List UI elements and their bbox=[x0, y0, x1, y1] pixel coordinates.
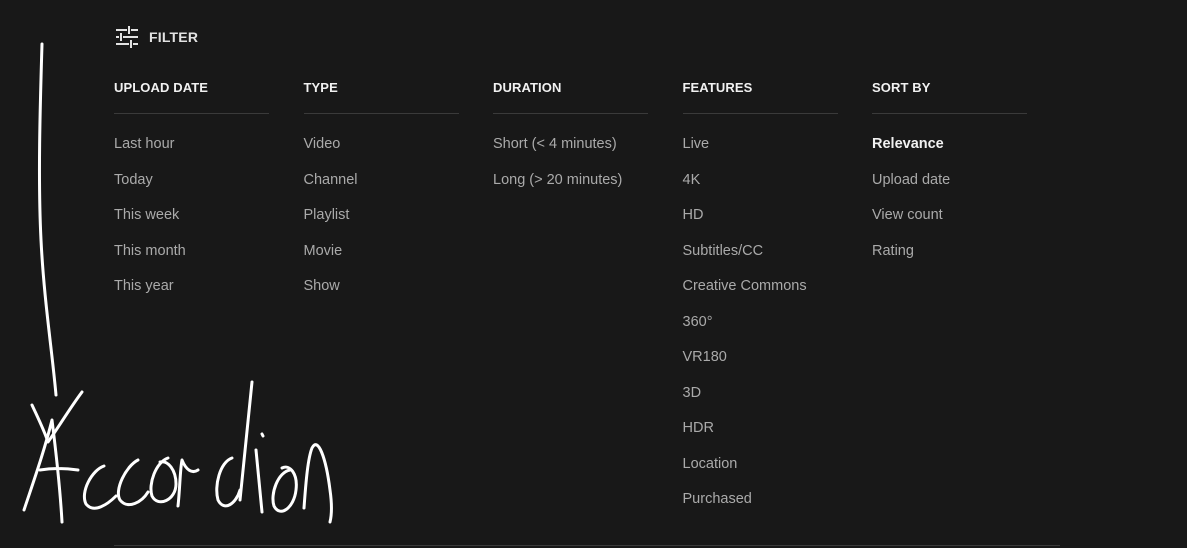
filter-option-4k[interactable]: 4K bbox=[683, 163, 838, 199]
arrow-down-icon bbox=[37, 42, 58, 397]
filter-group-duration: DURATION Short (< 4 minutes) Long (> 20 … bbox=[493, 79, 648, 518]
filter-option-video[interactable]: Video bbox=[304, 127, 459, 163]
filter-group-features: FEATURES Live 4K HD Subtitles/CC Creativ… bbox=[682, 79, 838, 518]
filter-option-this-month[interactable]: This month bbox=[114, 234, 269, 270]
filter-option-hdr[interactable]: HDR bbox=[683, 411, 838, 447]
filter-option-channel[interactable]: Channel bbox=[304, 163, 459, 199]
arrow-head-icon bbox=[30, 390, 84, 444]
group-header-sort-by: SORT BY bbox=[872, 79, 1027, 114]
filter-option-short[interactable]: Short (< 4 minutes) bbox=[493, 127, 648, 163]
filter-option-vr180[interactable]: VR180 bbox=[683, 340, 838, 376]
filter-option-this-week[interactable]: This week bbox=[114, 198, 269, 234]
filter-option-3d[interactable]: 3D bbox=[683, 376, 838, 412]
filter-group-upload-date: UPLOAD DATE Last hour Today This week Th… bbox=[114, 79, 269, 518]
filter-option-today[interactable]: Today bbox=[114, 163, 269, 199]
group-header-features: FEATURES bbox=[682, 79, 838, 114]
filter-option-location[interactable]: Location bbox=[683, 447, 838, 483]
filter-group-sort-by: SORT BY Relevance Upload date View count… bbox=[872, 79, 1027, 518]
filter-label: FILTER bbox=[149, 29, 199, 45]
group-header-type: TYPE bbox=[303, 79, 459, 114]
filter-option-movie[interactable]: Movie bbox=[304, 234, 459, 270]
filter-option-playlist[interactable]: Playlist bbox=[304, 198, 459, 234]
filter-option-hd[interactable]: HD bbox=[683, 198, 838, 234]
filter-option-show[interactable]: Show bbox=[304, 269, 459, 305]
group-header-upload-date: UPLOAD DATE bbox=[114, 79, 269, 114]
sort-option-view-count[interactable]: View count bbox=[872, 198, 1027, 234]
filter-option-creative-commons[interactable]: Creative Commons bbox=[683, 269, 838, 305]
filter-option-last-hour[interactable]: Last hour bbox=[114, 127, 269, 163]
filter-option-long[interactable]: Long (> 20 minutes) bbox=[493, 163, 648, 199]
filter-toggle-button[interactable]: FILTER bbox=[116, 25, 198, 49]
filter-option-this-year[interactable]: This year bbox=[114, 269, 269, 305]
filter-panel: UPLOAD DATE Last hour Today This week Th… bbox=[114, 79, 1062, 518]
sort-option-rating[interactable]: Rating bbox=[872, 234, 1027, 270]
tune-icon bbox=[116, 26, 138, 48]
filter-option-live[interactable]: Live bbox=[683, 127, 838, 163]
filter-option-360[interactable]: 360° bbox=[683, 305, 838, 341]
bottom-divider bbox=[114, 545, 1060, 546]
filter-option-subtitles[interactable]: Subtitles/CC bbox=[683, 234, 838, 270]
filter-group-type: TYPE Video Channel Playlist Movie Show bbox=[303, 79, 459, 518]
sort-option-upload-date[interactable]: Upload date bbox=[872, 163, 1027, 199]
filter-option-purchased[interactable]: Purchased bbox=[683, 482, 838, 518]
group-header-duration: DURATION bbox=[493, 79, 648, 114]
sort-option-relevance[interactable]: Relevance bbox=[872, 127, 1027, 163]
